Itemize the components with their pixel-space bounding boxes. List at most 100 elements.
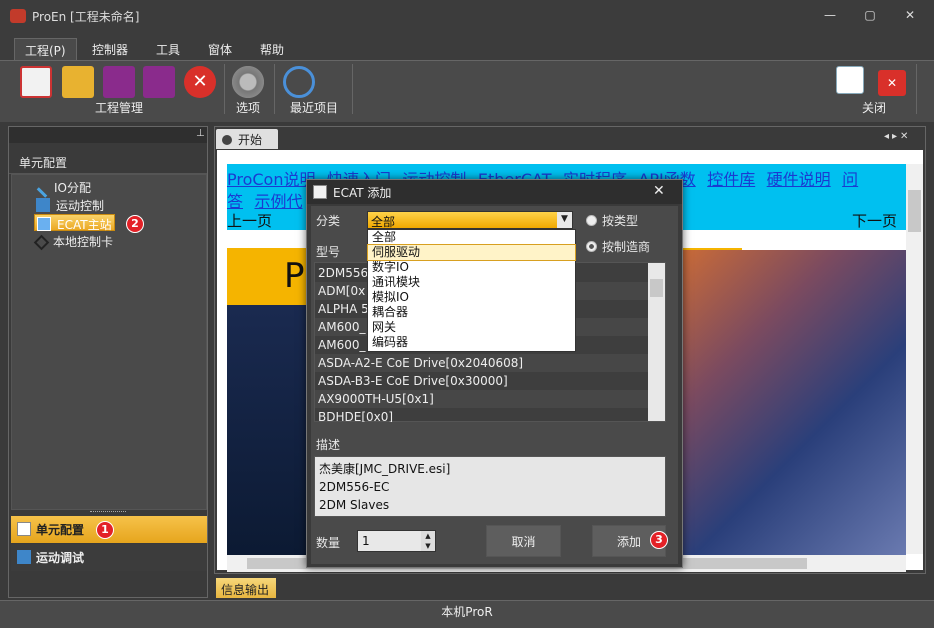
prev-page-link[interactable]: 上一页: [227, 210, 272, 231]
model-row[interactable]: AX9000TH-U5[0x1]: [315, 390, 648, 408]
step-badge-3: 3: [650, 531, 668, 549]
app-logo-icon: [10, 9, 26, 23]
dialog-title: ECAT 添加: [333, 186, 392, 200]
dropdown-option[interactable]: 编码器: [368, 335, 575, 350]
menu-bar: [0, 34, 934, 60]
dropdown-option[interactable]: 全部: [368, 230, 575, 245]
radio-by-vendor[interactable]: 按制造商: [586, 238, 650, 255]
tree-item-local-card[interactable]: 本地控制卡: [33, 232, 115, 251]
link-examples[interactable]: 示例代: [254, 192, 302, 211]
tree-item-ecat-master[interactable]: ECAT主站: [34, 214, 115, 232]
save-as-icon[interactable]: [143, 66, 175, 98]
nav-label: 单元配置: [36, 523, 85, 537]
next-page-link[interactable]: 下一页: [852, 210, 897, 231]
model-row[interactable]: BDHDE[0x0]: [315, 408, 648, 422]
link-qa-cont[interactable]: 答: [227, 192, 243, 211]
step-badge-1: 1: [96, 521, 114, 539]
desc-line: 杰美康[JMC_DRIVE.esi]: [319, 462, 451, 476]
motion-debug-icon: [17, 550, 31, 564]
tree-label: 运动控制: [56, 199, 105, 213]
dropdown-option[interactable]: 通讯模块: [368, 275, 575, 290]
maximize-button[interactable]: ▢: [860, 8, 880, 26]
ecat-icon: [37, 217, 51, 231]
close-page-icon[interactable]: ✕: [878, 70, 906, 96]
desc-line: 2DM556-EC: [319, 480, 390, 494]
scroll-thumb[interactable]: [650, 279, 663, 297]
ribbon-separator: [274, 64, 275, 114]
tree-label: 本地控制卡: [53, 235, 114, 249]
hero-letter: P: [284, 256, 305, 296]
dropdown-option-highlighted[interactable]: 伺服驱动: [367, 244, 576, 261]
radio-icon[interactable]: [586, 215, 597, 226]
dialog-icon: [313, 185, 327, 199]
minimize-button[interactable]: —: [820, 8, 840, 26]
dropdown-option[interactable]: 模拟IO: [368, 290, 575, 305]
history-icon[interactable]: [283, 66, 315, 98]
tree-label: IO分配: [54, 181, 91, 195]
link-procon[interactable]: ProCon说明: [227, 170, 316, 189]
stepper-down-icon[interactable]: ▼: [421, 541, 435, 551]
ribbon-recent[interactable]: 最近项目: [290, 99, 338, 116]
close-window-button[interactable]: ✕: [900, 8, 920, 26]
category-label: 分类: [316, 214, 341, 228]
tab-close-icon[interactable]: [222, 135, 232, 145]
link-hardware[interactable]: 硬件说明: [767, 170, 831, 189]
browser-vertical-scrollbar[interactable]: [906, 164, 923, 554]
table-icon[interactable]: [836, 66, 864, 94]
ribbon-options[interactable]: 选项: [236, 99, 260, 116]
model-label: 型号: [316, 245, 341, 259]
dropdown-option[interactable]: 耦合器: [368, 305, 575, 320]
model-list-scrollbar[interactable]: [648, 263, 665, 421]
model-row[interactable]: ASDA-A2-E CoE Drive[0x2040608]: [315, 354, 648, 372]
stepper-up-icon[interactable]: ▲: [421, 531, 435, 541]
ribbon-separator: [916, 64, 917, 114]
open-folder-icon[interactable]: [62, 66, 94, 98]
dialog-title-bar: ECAT 添加: [307, 180, 682, 204]
menu-help[interactable]: 帮助: [250, 38, 294, 60]
tab-label: 开始: [238, 133, 263, 147]
ribbon-separator: [352, 64, 353, 114]
pin-icon[interactable]: ⊥: [196, 128, 205, 139]
tree-item-io[interactable]: IO分配: [34, 178, 93, 198]
ribbon-group-project: 工程管理: [95, 101, 144, 115]
radio-label: 按制造商: [602, 240, 651, 254]
save-icon[interactable]: [103, 66, 135, 98]
tree-item-motion[interactable]: 运动控制: [34, 196, 106, 213]
dropdown-option[interactable]: 网关: [368, 320, 575, 335]
description-box: 杰美康[JMC_DRIVE.esi] 2DM556-EC 2DM Slaves: [314, 456, 666, 517]
quantity-label: 数量: [316, 536, 341, 550]
menu-project[interactable]: 工程(P): [14, 38, 77, 60]
desc-line: 2DM Slaves: [319, 498, 390, 512]
panel-title: 单元配置: [9, 146, 207, 174]
chevron-down-icon[interactable]: ▼: [557, 212, 572, 228]
tab-info-output[interactable]: 信息输出: [216, 578, 276, 598]
splitter-grip[interactable]: [90, 511, 126, 514]
gear-icon[interactable]: [232, 66, 264, 98]
menu-tools[interactable]: 工具: [146, 38, 190, 60]
new-file-icon[interactable]: [20, 66, 52, 98]
tab-nav-arrows-icon[interactable]: ◂▸✕: [884, 131, 911, 142]
document-icon: [17, 522, 31, 536]
close-project-icon[interactable]: ✕: [184, 66, 216, 98]
nav-label: 运动调试: [36, 551, 85, 565]
dropdown-option[interactable]: 数字IO: [368, 260, 575, 275]
description-label: 描述: [316, 438, 341, 452]
step-badge-2: 2: [126, 215, 144, 233]
link-qa[interactable]: 问: [842, 170, 858, 189]
nav-motion-debug[interactable]: 运动调试: [11, 544, 207, 571]
cancel-button[interactable]: 取消: [486, 525, 561, 557]
link-controls[interactable]: 控件库: [707, 170, 755, 189]
dialog-close-button[interactable]: ✕: [653, 183, 665, 199]
menu-window[interactable]: 窗体: [198, 38, 242, 60]
ribbon-separator: [224, 64, 225, 114]
ribbon-close[interactable]: 关闭: [862, 99, 886, 116]
model-row[interactable]: ASDA-B3-E CoE Drive[0x30000]: [315, 372, 648, 390]
radio-selected-icon[interactable]: [586, 241, 597, 252]
category-select[interactable]: 全部: [367, 211, 573, 229]
tab-start[interactable]: 开始: [216, 129, 278, 149]
tree-label: ECAT主站: [57, 218, 112, 232]
radio-label: 按类型: [602, 214, 639, 228]
scroll-thumb[interactable]: [908, 190, 921, 232]
menu-controller[interactable]: 控制器: [82, 38, 138, 60]
radio-by-type[interactable]: 按类型: [586, 212, 638, 229]
